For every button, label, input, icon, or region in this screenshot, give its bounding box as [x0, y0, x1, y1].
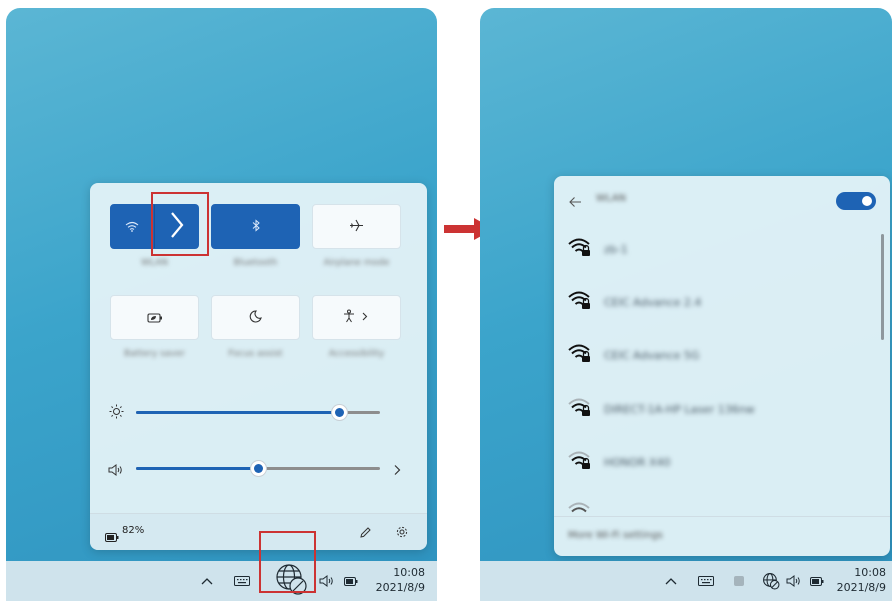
partial-network-icon [568, 501, 592, 515]
accessibility-tile[interactable] [312, 295, 401, 340]
battery-tray-icon[interactable] [810, 572, 824, 590]
focus-assist-tile[interactable] [211, 295, 300, 340]
chevron-up-icon[interactable] [665, 572, 677, 590]
wifi-toggle-tile[interactable] [110, 204, 154, 249]
edit-pencil-icon[interactable] [359, 524, 372, 543]
tile-label-bluetooth: Bluetooth [233, 258, 278, 268]
wifi-strong-lock-icon [568, 343, 592, 367]
airplane-icon [349, 217, 364, 236]
clock-date: 2021/8/9 [375, 581, 425, 594]
tile-label-battery-saver: Battery saver [124, 349, 185, 359]
more-wifi-settings-link[interactable]: More Wi-Fi settings [568, 530, 663, 541]
brightness-slider[interactable] [136, 405, 380, 420]
taskbar-right: 10:08 2021/8/9 [480, 561, 892, 601]
network-globe-icon[interactable] [762, 572, 780, 590]
clock[interactable]: 10:08 2021/8/9 [376, 565, 425, 595]
right-desktop: WLAN zb-1 CEIC Advance 2.4 CEIC Advance … [480, 8, 892, 601]
highlight-expand-button [151, 192, 209, 256]
battery-percentage: 82% [122, 525, 145, 536]
brightness-fill [136, 411, 339, 414]
battery-icon [105, 527, 119, 546]
tile-label-wlan: WLAN [140, 258, 168, 268]
airplane-mode-tile[interactable] [312, 204, 401, 249]
wifi-medium-lock-icon [568, 397, 592, 421]
volume-icon [108, 461, 124, 480]
network-name: CEIC Advance 5G [604, 348, 700, 362]
speaker-icon[interactable] [786, 572, 802, 590]
clock-time: 10:08 [393, 566, 425, 579]
network-list-scrollbar[interactable] [881, 234, 884, 340]
chevron-up-icon[interactable] [201, 572, 213, 590]
wifi-icon [125, 217, 139, 236]
wifi-panel-footer: More Wi-Fi settings [554, 516, 890, 556]
quick-settings-panel: WLAN Bluetooth Airplane mode Battery sav… [90, 183, 427, 550]
battery-tray-icon[interactable] [344, 572, 358, 590]
battery-saver-tile[interactable] [110, 295, 199, 340]
wifi-enable-toggle[interactable] [836, 192, 876, 210]
volume-slider[interactable] [136, 461, 380, 476]
bluetooth-icon [251, 217, 261, 236]
clock-date: 2021/8/9 [836, 581, 886, 594]
volume-output-chevron-icon[interactable] [393, 461, 401, 480]
wifi-medium-lock-icon [568, 450, 592, 474]
tile-label-focus-assist: Focus assist [228, 349, 283, 359]
brightness-icon [109, 404, 124, 423]
taskbar-left: 10:08 2021/8/9 [6, 561, 437, 601]
wifi-strong-lock-icon [568, 237, 592, 261]
settings-gear-icon[interactable] [395, 524, 409, 543]
network-item[interactable]: DIRECT-1A-HP Laser 136nw [568, 394, 755, 424]
app-tray-icon[interactable] [733, 572, 745, 590]
wifi-panel: WLAN zb-1 CEIC Advance 2.4 CEIC Advance … [554, 176, 890, 556]
wifi-panel-title: WLAN [596, 193, 627, 204]
brightness-thumb[interactable] [332, 405, 347, 420]
keyboard-icon[interactable] [698, 572, 714, 590]
clock-time: 10:08 [854, 566, 886, 579]
network-name: HONOR X40 [604, 455, 671, 469]
network-item[interactable]: HONOR X40 [568, 447, 671, 477]
accessibility-icon [343, 308, 371, 327]
tile-label-accessibility: Accessibility [328, 349, 385, 359]
network-name: CEIC Advance 2.4 [604, 295, 702, 309]
volume-thumb[interactable] [251, 461, 266, 476]
back-arrow-icon[interactable] [568, 193, 582, 212]
left-desktop: WLAN Bluetooth Airplane mode Battery sav… [6, 8, 437, 601]
speaker-icon[interactable] [319, 572, 335, 590]
network-item[interactable]: CEIC Advance 5G [568, 340, 699, 370]
moon-icon [249, 308, 262, 327]
network-name: DIRECT-1A-HP Laser 136nw [604, 402, 755, 416]
volume-fill [136, 467, 258, 470]
highlight-network-icon [259, 531, 316, 593]
clock[interactable]: 10:08 2021/8/9 [837, 565, 886, 595]
battery-saver-icon [146, 308, 163, 327]
network-item[interactable]: CEIC Advance 2.4 [568, 287, 701, 317]
network-name: zb-1 [604, 242, 628, 256]
bluetooth-toggle-tile[interactable] [211, 204, 300, 249]
tile-label-airplane: Airplane mode [323, 258, 390, 268]
wifi-strong-lock-icon [568, 290, 592, 314]
keyboard-icon[interactable] [234, 572, 250, 590]
network-item[interactable]: zb-1 [568, 234, 628, 264]
